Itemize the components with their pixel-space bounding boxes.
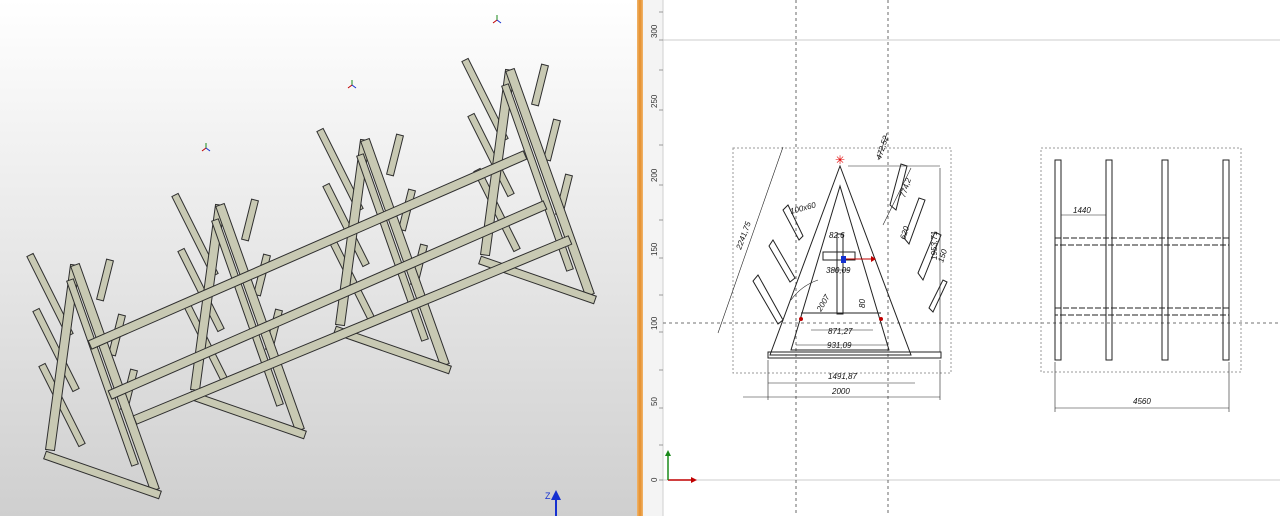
dimension-label: 80 [858, 299, 867, 308]
rack-arm [542, 118, 562, 162]
2d-drawing-view[interactable]: 300 250 200 150 100 50 0 ✳ 472,52 774,2 … [643, 0, 1280, 516]
point-marker-icon [201, 143, 211, 152]
axis-z-label: Z [545, 491, 551, 501]
dimension-label: 2007 [814, 293, 831, 314]
dimension-label: 620 [898, 225, 911, 241]
rack-arm [530, 63, 550, 107]
dimension-label: 1491,87 [828, 372, 857, 381]
rack-arm [385, 133, 405, 177]
side-view[interactable]: 1440 4560 [1040, 147, 1242, 412]
dimension-label: 931,09 [827, 341, 852, 350]
ruler-tick: 0 [650, 477, 659, 482]
dimension-label: 2241,75 [734, 220, 753, 252]
rack-rail [87, 150, 528, 350]
dimension-label: 82.6 [829, 231, 845, 240]
selection-marker-icon [841, 256, 846, 263]
point-marker-icon [492, 15, 502, 24]
dimension-label: 4560 [1133, 397, 1151, 406]
3d-model-canvas[interactable]: Z [0, 0, 637, 516]
ruler-tick: 100 [650, 316, 659, 330]
front-view[interactable]: ✳ 472,52 774,2 1953,71 2241,75 100x60 82… [717, 132, 952, 400]
dimension-label: 100x60 [789, 200, 817, 216]
point-marker-icon [347, 80, 357, 89]
dimension-label: 2000 [831, 387, 850, 396]
rack-rail [107, 200, 548, 400]
dimension-label: 871,27 [828, 327, 853, 336]
ruler-tick: 150 [650, 242, 659, 256]
drawing-canvas[interactable]: 300 250 200 150 100 50 0 ✳ 472,52 774,2 … [643, 0, 1280, 516]
anchor-star-icon: ✳ [835, 153, 845, 167]
dimension-label: 380,09 [826, 266, 851, 275]
rack-arm [95, 258, 115, 302]
ruler-tick: 50 [650, 397, 659, 406]
ruler-tick: 250 [650, 94, 659, 108]
rack-3d-model [26, 57, 597, 500]
axis-triad-icon: Z [545, 490, 561, 516]
ruler-tick: 200 [650, 168, 659, 182]
origin-axes-icon [665, 450, 697, 483]
dimension-label: 1440 [1073, 206, 1091, 215]
ruler-tick: 300 [650, 24, 659, 38]
3d-viewport[interactable]: Z [0, 0, 637, 516]
guide-lines [663, 0, 1280, 516]
dimension-label: 774,2 [898, 176, 913, 198]
rack-arm [240, 198, 260, 242]
